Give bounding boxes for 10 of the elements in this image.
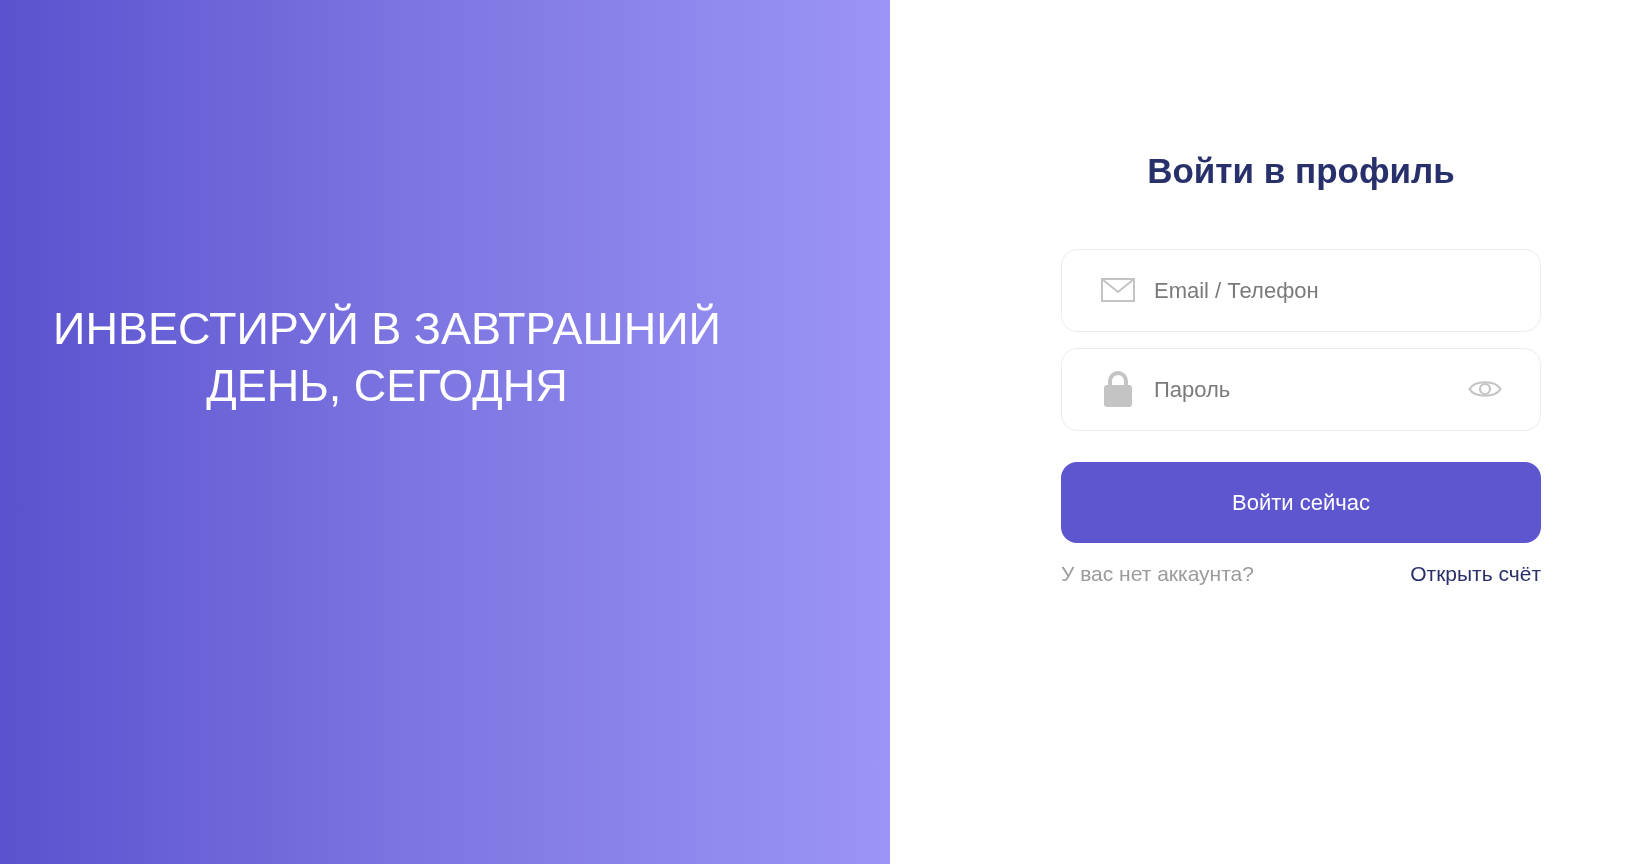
form-title: Войти в профиль	[1147, 150, 1455, 192]
lock-icon	[1104, 371, 1132, 407]
open-account-link[interactable]: Открыть счёт	[1410, 560, 1541, 588]
envelope-icon	[1101, 278, 1135, 302]
signup-prompt: У вас нет аккаунта?	[1061, 561, 1254, 587]
eye-icon[interactable]	[1468, 378, 1502, 400]
password-field[interactable]: Пароль	[1061, 348, 1541, 431]
email-field[interactable]: Email / Телефон	[1061, 249, 1541, 332]
tagline: ИНВЕСТИРУЙ В ЗАВТРАШНИЙ ДЕНЬ, СЕГОДНЯ	[52, 302, 722, 413]
login-button[interactable]: Войти сейчас	[1061, 462, 1541, 543]
